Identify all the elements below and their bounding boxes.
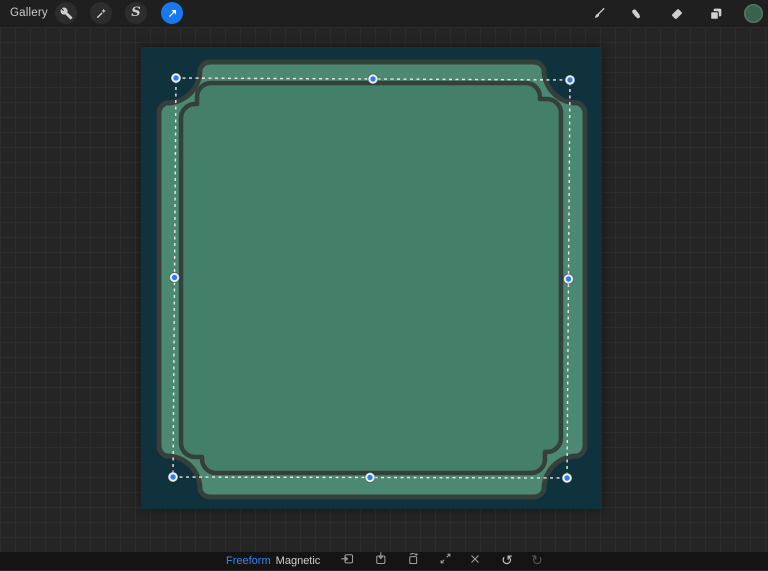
- wrench-icon: [60, 7, 73, 20]
- transform-handle-right-mid[interactable]: [563, 273, 574, 285]
- gallery-button[interactable]: Gallery: [10, 0, 48, 27]
- magic-wand-icon: [95, 7, 108, 20]
- adjustments-button[interactable]: [90, 2, 112, 24]
- color-circle-icon: [743, 3, 764, 24]
- flip-horizontal-button[interactable]: [339, 553, 355, 569]
- transform-handle-top-left[interactable]: [170, 72, 182, 84]
- transform-handle-bottom-mid[interactable]: [364, 472, 376, 483]
- eraser-icon: [669, 7, 684, 22]
- transform-handle-bottom-left[interactable]: [167, 471, 179, 483]
- selection-button[interactable]: S: [125, 2, 147, 24]
- fit-canvas-button[interactable]: [437, 553, 453, 569]
- workspace-grid: [0, 27, 768, 552]
- x-icon: [468, 552, 482, 571]
- finger-icon: [628, 6, 644, 22]
- transform-button[interactable]: [161, 2, 183, 24]
- reset-button[interactable]: [467, 553, 483, 569]
- frame-inner-border: [178, 80, 564, 476]
- rotate-45-button[interactable]: [405, 553, 421, 569]
- undo-button[interactable]: ↺: [499, 553, 515, 569]
- top-toolbar: Gallery S: [0, 0, 768, 27]
- layers-button[interactable]: [705, 3, 727, 25]
- smudge-button[interactable]: [625, 3, 647, 25]
- transform-options-bar: Freeform Magnetic ↺ ↻: [0, 552, 768, 570]
- paint-button[interactable]: [588, 3, 610, 25]
- transform-handle-left-mid[interactable]: [169, 272, 180, 283]
- undo-icon: ↺: [501, 553, 513, 569]
- flip-vertical-button[interactable]: [372, 551, 388, 571]
- actions-button[interactable]: [55, 2, 77, 24]
- move-arrow-icon: [166, 7, 179, 20]
- fit-canvas-icon: [438, 551, 453, 571]
- transform-handle-top-mid[interactable]: [367, 73, 379, 85]
- erase-button[interactable]: [665, 3, 687, 25]
- mode-magnetic[interactable]: Magnetic: [274, 552, 322, 570]
- flip-vertical-icon: [373, 551, 388, 571]
- rotate-45-icon: [406, 551, 421, 571]
- brush-icon: [591, 6, 607, 22]
- mode-freeform[interactable]: Freeform: [226, 552, 271, 570]
- color-button[interactable]: [742, 2, 764, 24]
- redo-icon: ↻: [531, 553, 543, 569]
- transform-handle-top-right[interactable]: [564, 74, 576, 86]
- procreate-app: { "app": {"title": "Procreate transform …: [0, 0, 768, 570]
- layers-icon: [708, 6, 724, 22]
- transform-handle-bottom-right[interactable]: [561, 472, 573, 484]
- redo-button[interactable]: ↻: [529, 553, 545, 569]
- flip-horizontal-icon: [340, 551, 355, 571]
- selection-s-icon: S: [131, 4, 141, 20]
- canvas[interactable]: [141, 47, 602, 509]
